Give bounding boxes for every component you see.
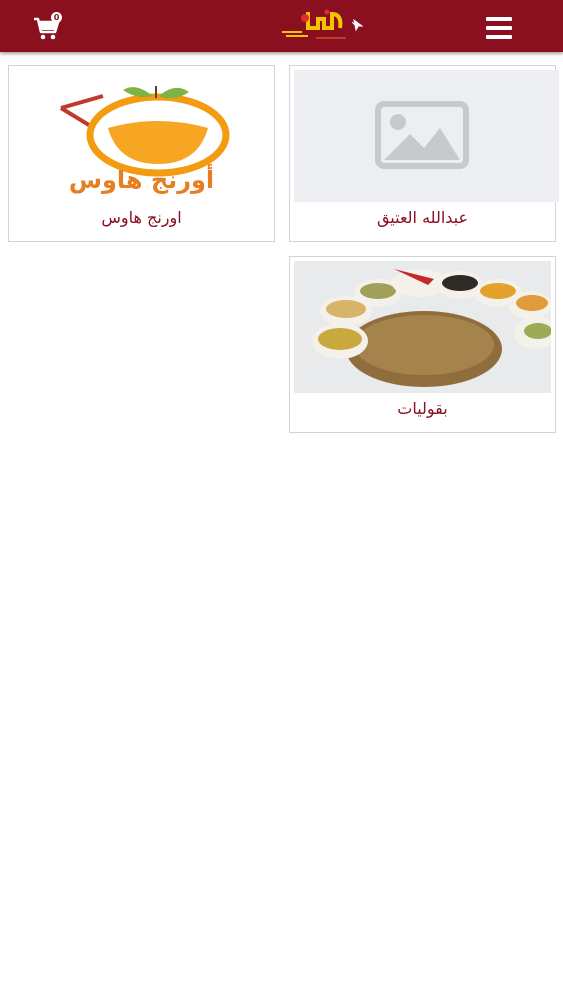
store-card-orange-house[interactable]: أورنج هاوس اورنج هاوس [8,65,275,242]
spices-photo [294,261,551,393]
cart-count-badge: 0 [51,12,62,23]
logo-wordmark: أورنج هاوس [68,166,215,194]
orange-house-logo: أورنج هاوس [13,70,270,202]
store-card-abdullah-alateeq[interactable]: عبدالله العتيق [289,65,559,242]
store-card-label: عبدالله العتيق [376,208,469,227]
top-app-bar: 0 [0,0,563,52]
hamburger-menu-icon[interactable] [486,17,512,39]
store-card-label: اورنج هاوس [101,208,182,227]
cart-button[interactable]: 0 [32,12,62,42]
store-card-legumes[interactable]: بقوليات [289,256,556,433]
image-placeholder-icon [294,70,559,202]
store-card-label: بقوليات [397,399,448,418]
app-logo[interactable] [278,4,370,50]
